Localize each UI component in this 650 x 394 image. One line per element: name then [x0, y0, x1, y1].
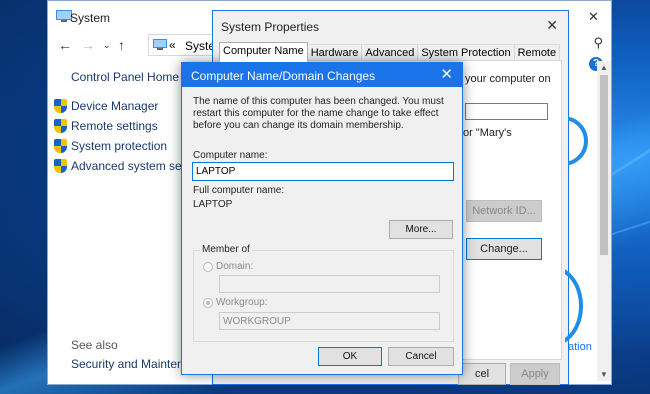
partial-example: " or "Mary's — [456, 127, 512, 139]
system-protection-label: System protection — [71, 139, 168, 153]
dialog-title: Computer Name/Domain Changes — [191, 69, 376, 83]
scroll-down-icon[interactable]: ▼ — [600, 370, 608, 379]
close-icon[interactable]: ✕ — [546, 17, 558, 34]
properties-tabs: Computer Name Hardware Advanced System P… — [219, 42, 561, 62]
forward-arrow-icon[interactable]: → — [81, 37, 95, 53]
recent-chevron-icon[interactable]: ⌄ — [103, 40, 111, 51]
cancel-button-partial[interactable]: cel — [458, 363, 506, 385]
scroll-up-icon[interactable]: ▲ — [600, 63, 608, 72]
domain-radio-row[interactable]: Domain: — [203, 261, 253, 272]
tab-computer-name[interactable]: Computer Name — [219, 42, 308, 62]
partial-link[interactable]: ation — [568, 341, 592, 353]
back-arrow-icon[interactable]: ← — [58, 37, 72, 53]
partial-description: your computer on — [465, 73, 551, 85]
domain-input[interactable] — [219, 275, 440, 293]
shield-icon — [54, 99, 67, 113]
full-name-label: Full computer name: — [193, 185, 285, 196]
search-icon[interactable]: ⚲ — [593, 35, 603, 51]
device-manager-label: Device Manager — [71, 99, 159, 113]
restart-message: The name of this computer has been chang… — [193, 96, 444, 131]
description-input[interactable] — [465, 103, 548, 120]
scroll-thumb[interactable] — [600, 75, 608, 255]
control-panel-icon — [153, 39, 167, 50]
computer-name-label: Computer name: — [193, 150, 268, 161]
scrollbar[interactable]: ▲ ▼ — [597, 61, 611, 381]
member-of-label: Member of — [200, 244, 252, 255]
more-button[interactable]: More... — [389, 220, 453, 239]
close-icon[interactable]: ✕ — [588, 9, 599, 25]
remote-settings-link[interactable]: Remote settings — [54, 117, 158, 135]
control-panel-home-link[interactable]: Control Panel Home — [71, 70, 179, 84]
close-icon[interactable]: ✕ — [440, 65, 453, 83]
see-also-heading: See also — [71, 338, 118, 352]
workgroup-input[interactable]: WORKGROUP — [219, 312, 440, 330]
domain-radio[interactable] — [203, 261, 213, 272]
member-of-group: Member of Domain: Workgroup: WORKGROUP — [193, 244, 454, 342]
system-protection-link[interactable]: System protection — [54, 137, 167, 155]
network-id-button[interactable]: Network ID... — [466, 200, 542, 222]
change-button[interactable]: Change... — [466, 238, 542, 260]
shield-icon — [54, 159, 67, 173]
address-chevron: « — [169, 38, 176, 52]
workgroup-radio[interactable] — [203, 297, 213, 308]
dialog-titlebar: Computer Name/Domain Changes ✕ — [182, 63, 462, 87]
up-arrow-icon[interactable]: ↑ — [118, 37, 125, 53]
apply-button[interactable]: Apply — [510, 363, 560, 385]
system-properties-title: System Properties — [221, 20, 320, 34]
ok-button[interactable]: OK — [318, 347, 382, 366]
computer-name-dialog: Computer Name/Domain Changes ✕ The name … — [181, 62, 463, 375]
remote-settings-label: Remote settings — [71, 119, 158, 133]
shield-icon — [54, 119, 67, 133]
full-name-value: LAPTOP — [193, 199, 233, 210]
system-window-title: System — [70, 11, 111, 25]
cancel-button[interactable]: Cancel — [388, 347, 454, 366]
domain-label: Domain: — [216, 261, 254, 272]
workgroup-label: Workgroup: — [216, 297, 268, 308]
computer-name-input[interactable] — [192, 162, 454, 181]
device-manager-link[interactable]: Device Manager — [54, 97, 158, 115]
workgroup-radio-row[interactable]: Workgroup: — [203, 297, 268, 308]
shield-icon — [54, 139, 67, 153]
